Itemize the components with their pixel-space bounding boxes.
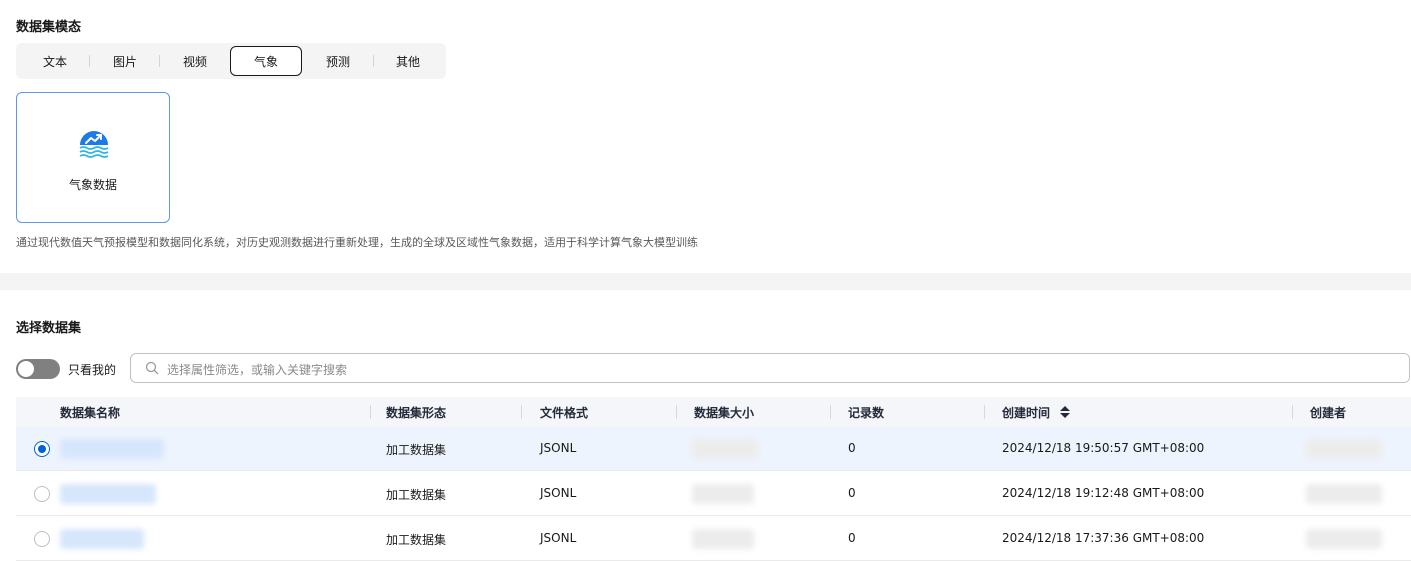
cell-created-time: 2024/12/18 19:50:57 GMT+08:00 — [1002, 441, 1205, 455]
column-header-created-time[interactable]: 创建时间 — [1002, 404, 1050, 421]
column-divider — [984, 405, 985, 419]
table-header: 数据集名称 数据集形态 文件格式 数据集大小 记录数 创建时间 创建者 — [16, 397, 1411, 427]
cell-created-time: 2024/12/18 19:12:48 GMT+08:00 — [1002, 486, 1205, 500]
column-divider — [521, 405, 522, 419]
column-header-size: 数据集大小 — [694, 406, 755, 420]
column-divider — [1292, 405, 1293, 419]
column-header-format: 文件格式 — [540, 406, 589, 420]
cell-records: 0 — [848, 441, 856, 455]
dataset-name-redacted[interactable] — [60, 529, 144, 549]
cell-records: 0 — [848, 486, 856, 500]
tab-forecast[interactable]: 预测 — [302, 46, 374, 76]
table-row[interactable]: 加工数据集 JSONL 0 2024/12/18 19:12:48 GMT+08… — [16, 472, 1411, 516]
row-radio[interactable] — [34, 441, 50, 457]
tab-weather[interactable]: 气象 — [230, 46, 302, 76]
sort-updown-icon[interactable] — [1060, 406, 1070, 418]
tab-other[interactable]: 其他 — [374, 46, 442, 76]
cell-size-redacted — [692, 484, 754, 504]
table-row[interactable]: 加工数据集 JSONL 0 2024/12/18 17:37:36 GMT+08… — [16, 517, 1411, 561]
cell-creator-redacted — [1306, 529, 1382, 549]
table-row[interactable]: 加工数据集 JSONL 0 2024/12/18 19:50:57 GMT+08… — [16, 427, 1411, 471]
only-mine-label: 只看我的 — [68, 363, 117, 377]
modality-tabs: 文本 图片 视频 气象 预测 其他 — [16, 43, 446, 79]
cell-format: JSONL — [540, 531, 577, 545]
column-header-name: 数据集名称 — [60, 406, 121, 420]
column-header-form: 数据集形态 — [386, 406, 447, 420]
modality-description: 通过现代数值天气预报模型和数据同化系统，对历史观测数据进行重新处理，生成的全球及… — [16, 236, 698, 249]
cell-format: JSONL — [540, 486, 577, 500]
modality-title: 数据集模态 — [16, 20, 82, 35]
row-radio[interactable] — [34, 531, 50, 547]
row-radio[interactable] — [34, 486, 50, 502]
modality-section — [0, 0, 1411, 273]
column-divider — [676, 405, 677, 419]
weather-chart-icon — [79, 131, 109, 158]
cell-form: 加工数据集 — [386, 488, 447, 502]
column-divider — [830, 405, 831, 419]
cell-form: 加工数据集 — [386, 533, 447, 547]
dataset-name-redacted[interactable] — [60, 439, 164, 459]
dataset-title: 选择数据集 — [16, 321, 82, 336]
cell-size-redacted — [692, 529, 754, 549]
search-input[interactable]: 选择属性筛选，或输入关键字搜索 — [130, 353, 1410, 383]
cell-format: JSONL — [540, 441, 577, 455]
tab-text[interactable]: 文本 — [20, 46, 90, 76]
tab-image[interactable]: 图片 — [90, 46, 160, 76]
cell-created-time: 2024/12/18 17:37:36 GMT+08:00 — [1002, 531, 1205, 545]
only-mine-toggle[interactable] — [16, 359, 60, 379]
section-divider — [0, 273, 1411, 290]
cell-size-redacted — [692, 439, 758, 459]
column-header-records: 记录数 — [848, 406, 885, 420]
weather-data-card[interactable]: 气象数据 — [16, 92, 170, 223]
cell-creator-redacted — [1306, 439, 1382, 459]
tab-video[interactable]: 视频 — [160, 46, 230, 76]
search-placeholder: 选择属性筛选，或输入关键字搜索 — [167, 363, 348, 377]
column-divider — [370, 405, 371, 419]
cell-form: 加工数据集 — [386, 443, 447, 457]
cell-creator-redacted — [1306, 484, 1382, 504]
weather-data-card-label: 气象数据 — [68, 178, 117, 192]
cell-records: 0 — [848, 531, 856, 545]
toggle-knob — [18, 361, 34, 377]
column-header-creator: 创建者 — [1310, 406, 1347, 420]
dataset-name-redacted[interactable] — [60, 484, 156, 504]
search-icon — [145, 361, 159, 375]
